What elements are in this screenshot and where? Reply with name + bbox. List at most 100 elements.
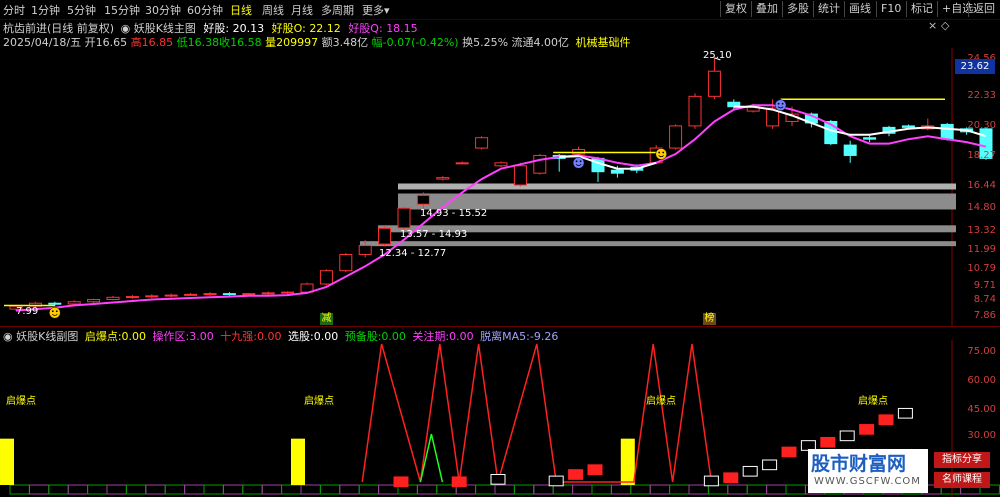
period-tab-6[interactable]: 日线: [230, 2, 252, 18]
period-tab-2[interactable]: 5分钟: [67, 2, 96, 18]
period-tab-3[interactable]: 15分钟: [104, 2, 140, 18]
period-toolbar: 分时 1分钟 5分钟 15分钟 30分钟 60分钟 日线 周线 月线 多周期 更多▾ 复权 叠加 多股统…: [0, 0, 1000, 20]
high-price-label: 25.10: [703, 50, 732, 61]
sub-axis-label-2: 45.00: [967, 404, 996, 415]
sub-grid-box-37: [727, 484, 748, 495]
qibao-annotation-3: 启爆点: [646, 396, 676, 407]
current-price-tag: 23.62: [955, 59, 995, 74]
candle-body-26: [513, 165, 527, 186]
sub-grid-box-16: [319, 484, 341, 495]
tag-indicator-share[interactable]: 指标分享: [934, 452, 990, 468]
toolbar-button-2[interactable]: 多股: [782, 1, 813, 17]
smiley-eye-l-2: [777, 102, 780, 105]
toolbar-button-6[interactable]: 标记: [906, 1, 937, 17]
sub-axis-label-3: 30.00: [967, 430, 996, 441]
period-tab-9[interactable]: 多周期: [321, 2, 354, 18]
price-axis-label-7: 13.32: [967, 225, 996, 236]
zone-label-1: 14.93 - 15.52: [420, 208, 488, 219]
sub-grid-box-36: [707, 484, 729, 495]
candle-body-43: [843, 144, 857, 156]
period-tab-10[interactable]: 更多▾: [362, 2, 390, 18]
candle-body-46: [901, 125, 915, 128]
smiley-eye-r-2: [781, 102, 784, 105]
sub-grid-box-2: [48, 484, 69, 495]
sub-grid-box-0: [9, 484, 30, 495]
sub-block-2: [490, 474, 506, 485]
smiley-eye-r-3: [55, 310, 58, 313]
sub-grid-box-39: [766, 484, 787, 495]
sub-grid-box-8: [164, 484, 186, 495]
price-axis-label-12: 7.86: [973, 310, 996, 321]
sub-grid-box-15: [300, 484, 321, 495]
toolbar-button-4[interactable]: 画线: [844, 1, 875, 17]
candle-body-35: [688, 95, 702, 127]
sub-axis-label-0: 75.00: [967, 346, 996, 357]
period-tab-0[interactable]: 分时: [3, 2, 25, 18]
zone-label-3: 12.34 - 12.77: [379, 248, 447, 259]
period-tab-8[interactable]: 月线: [291, 2, 313, 18]
candle-body-25: [494, 162, 508, 167]
sub-grid-box-29: [572, 484, 593, 495]
period-tab-5[interactable]: 60分钟: [187, 2, 223, 18]
settings-icon[interactable]: ◇: [941, 19, 949, 32]
sub-block-14: [859, 424, 875, 435]
candle-body-10: [203, 293, 217, 296]
watermark-url: WWW.GSCFW.COM: [814, 476, 921, 487]
candle-body-5: [106, 296, 120, 301]
sub-grid-box-10: [203, 484, 224, 495]
toolbar-button-3[interactable]: 统计: [813, 1, 844, 17]
sub-block-6: [703, 475, 719, 487]
period-tab-7[interactable]: 周线: [262, 2, 284, 18]
candle-body-21: [416, 194, 430, 205]
close-icon[interactable]: ×: [928, 19, 937, 32]
sub-grid-box-6: [125, 484, 147, 495]
sub-grid-box-13: [261, 484, 283, 495]
sub-grid-box-7: [145, 484, 166, 495]
toolbar-button-0[interactable]: 复权: [720, 1, 751, 17]
smiley-eye-r-1: [662, 151, 665, 154]
period-tab-1[interactable]: 1分钟: [31, 2, 60, 18]
candle-body-22: [436, 177, 450, 180]
kline-main-chart[interactable]: [0, 48, 1000, 326]
sub-grid-box-35: [688, 484, 709, 495]
candle-body-18: [358, 245, 372, 255]
sub-grid-box-5: [106, 484, 127, 495]
price-axis-label-3: 20.30: [967, 120, 996, 131]
candle-body-17: [339, 253, 353, 272]
sub-grid-box-9: [184, 484, 205, 495]
tag-teacher-course[interactable]: 名师课程: [934, 472, 990, 488]
qibao-bar-0: [0, 438, 14, 485]
candle-body-19: [378, 227, 392, 245]
sub-grid-box-12: [242, 484, 263, 495]
sub-grid-box-33: [649, 484, 671, 495]
sub-grid-box-11: [222, 484, 244, 495]
sub-grid-box-34: [669, 484, 690, 495]
sub-block-12: [820, 436, 836, 448]
candle-body-23: [455, 162, 469, 165]
sub-block-0: [393, 476, 409, 488]
bang-marker: 榜: [703, 313, 716, 325]
toolbar-button-5[interactable]: F10: [876, 1, 905, 17]
candle-body-34: [669, 125, 683, 149]
sub-grid-box-25: [494, 484, 515, 495]
price-axis-label-6: 14.80: [967, 202, 996, 213]
qibao-annotation-2: 启爆点: [304, 396, 334, 407]
sub-grid-box-24: [475, 484, 496, 495]
smiley-icon-1: [655, 148, 667, 160]
candle-body-36: [707, 70, 721, 97]
sub-grid-box-1: [28, 484, 50, 495]
period-tab-4[interactable]: 30分钟: [145, 2, 181, 18]
toolbar-button-8[interactable]: 返回: [968, 1, 999, 17]
candle-body-8: [164, 294, 178, 297]
smiley-eye-l-0: [575, 160, 578, 163]
zone-bar-1-top: [398, 183, 956, 190]
sub-grid-box-32: [630, 484, 651, 495]
sub-grid-box-30: [591, 484, 612, 495]
candle-body-48: [940, 123, 954, 140]
sub-grid-box-31: [610, 484, 632, 495]
toolbar-button-1[interactable]: 叠加: [751, 1, 782, 17]
sub-grid-box-27: [533, 484, 554, 495]
pane-divider: [0, 326, 1000, 327]
zone-label-2: 13.57 - 14.93: [400, 229, 468, 240]
price-axis-label-8: 11.99: [967, 244, 996, 255]
